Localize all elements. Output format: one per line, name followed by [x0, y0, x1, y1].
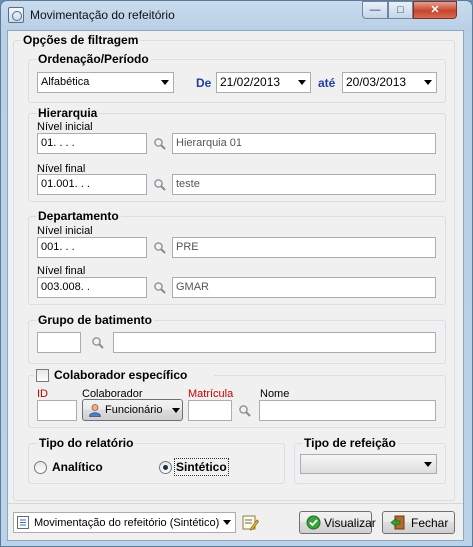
search-icon[interactable]	[91, 336, 105, 350]
report-model-select[interactable]: Movimentação do refeitório (Sintético)	[13, 512, 236, 533]
specific-employee-checkbox[interactable]	[36, 369, 49, 382]
date-to-label: até	[318, 76, 336, 90]
hierarchy-title: Hierarquia	[36, 106, 100, 120]
footer-divider	[8, 503, 463, 504]
hierarchy-final-description: teste	[172, 174, 436, 195]
matricula-label: Matrícula	[188, 388, 234, 400]
hierarchy-final-code-input[interactable]: 01.001. . .	[37, 174, 147, 195]
date-from-value: 21/02/2013	[220, 75, 281, 89]
date-to-value: 20/03/2013	[346, 75, 407, 89]
chevron-down-icon	[424, 462, 432, 467]
collaborator-type-value: Funcionário	[105, 404, 163, 416]
date-to-picker[interactable]: 20/03/2013	[342, 72, 437, 93]
specific-employee-header: Colaborador específico	[34, 367, 214, 383]
edit-report-icon[interactable]	[242, 514, 259, 531]
batch-group-code-input[interactable]	[37, 332, 81, 353]
view-button-label: Visualizar	[324, 516, 376, 530]
search-icon[interactable]	[153, 241, 167, 255]
title-bar: Movimentação do refeitório — □ ✕	[0, 0, 471, 30]
view-button[interactable]: Visualizar	[299, 511, 376, 534]
search-icon[interactable]	[153, 281, 167, 295]
app-icon	[8, 7, 24, 23]
date-from-picker[interactable]: 21/02/2013	[216, 72, 311, 93]
department-final-description: GMAR	[172, 277, 436, 298]
close-window-button[interactable]: ✕	[413, 1, 457, 19]
meal-type-title: Tipo de refeição	[302, 436, 398, 450]
collaborator-type-button[interactable]: Funcionário	[82, 399, 183, 421]
id-label: ID	[37, 388, 48, 400]
batch-group-title: Grupo de batimento	[36, 313, 154, 327]
close-button[interactable]: Fechar	[382, 511, 455, 534]
department-final-label: Nível final	[37, 265, 86, 277]
filter-options-title: Opções de filtragem	[21, 33, 141, 47]
ordering-select-value: Alfabética	[41, 76, 90, 88]
batch-group-description	[113, 332, 436, 353]
exit-door-icon	[390, 515, 405, 530]
analytic-label[interactable]: Analítico	[52, 460, 103, 474]
employee-name-input[interactable]	[259, 400, 436, 421]
search-icon[interactable]	[238, 404, 252, 418]
chevron-down-icon	[298, 80, 306, 85]
minimize-button[interactable]: —	[362, 1, 388, 19]
department-final-code-input[interactable]: 003.008. .	[37, 277, 147, 298]
search-icon[interactable]	[153, 178, 167, 192]
report-model-value: Movimentação do refeitório (Sintético)	[34, 517, 220, 529]
hierarchy-initial-label: Nível inicial	[37, 121, 93, 133]
maximize-button[interactable]: □	[388, 1, 413, 19]
date-from-label: De	[196, 76, 212, 90]
ordering-period-title: Ordenação/Período	[36, 52, 151, 66]
hierarchy-initial-code-input[interactable]: 01. . . .	[37, 133, 147, 154]
meal-type-select[interactable]	[300, 454, 437, 474]
chevron-down-icon	[424, 80, 432, 85]
matricula-input[interactable]	[188, 400, 232, 421]
synthetic-radio[interactable]	[159, 461, 172, 474]
synthetic-label[interactable]: Sintético	[174, 458, 229, 476]
name-label: Nome	[260, 388, 290, 400]
window-title: Movimentação do refeitório	[30, 8, 175, 22]
hierarchy-initial-description: Hierarquia 01	[172, 133, 436, 154]
specific-employee-title: Colaborador específico	[52, 368, 190, 382]
department-initial-description: PRE	[172, 237, 436, 258]
close-button-label: Fechar	[411, 516, 449, 530]
employee-id-input[interactable]	[37, 400, 77, 421]
user-icon	[89, 404, 101, 417]
search-icon[interactable]	[153, 137, 167, 151]
department-title: Departamento	[36, 209, 121, 223]
check-circle-icon	[306, 515, 321, 530]
chevron-down-icon	[161, 80, 169, 85]
chevron-down-icon	[172, 408, 180, 413]
department-initial-label: Nível inicial	[37, 225, 93, 237]
ordering-select[interactable]: Alfabética	[37, 72, 174, 93]
report-icon	[17, 516, 29, 529]
department-initial-code-input[interactable]: 001. . .	[37, 237, 147, 258]
chevron-down-icon	[223, 520, 231, 525]
report-type-title: Tipo do relatório	[37, 436, 136, 450]
analytic-radio[interactable]	[34, 461, 47, 474]
